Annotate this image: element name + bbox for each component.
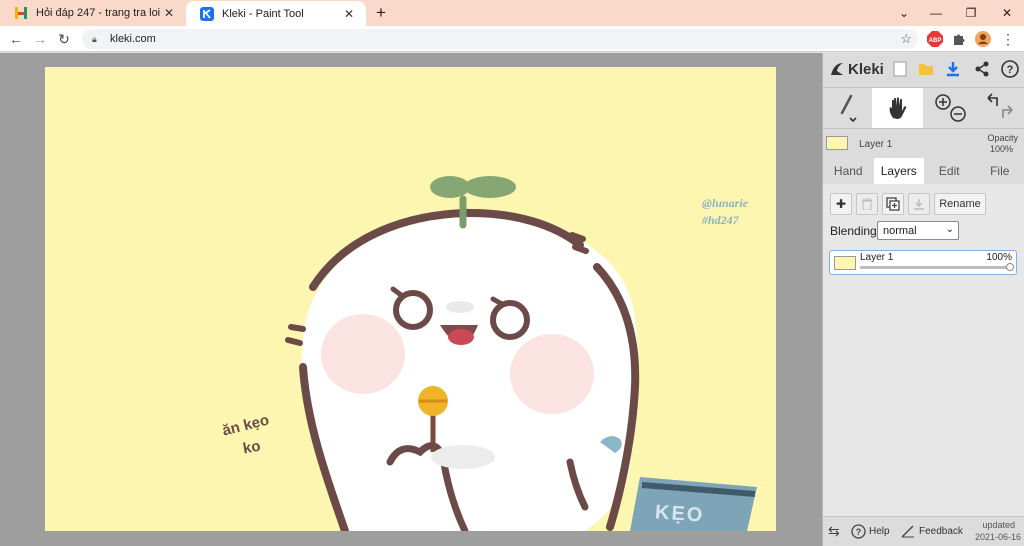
layer-list-item[interactable]: Layer 1 100% bbox=[829, 250, 1017, 275]
trash-icon bbox=[862, 198, 872, 210]
merge-down-icon bbox=[914, 199, 924, 210]
kleki-logo: Kleki bbox=[829, 59, 884, 79]
blending-value: normal bbox=[883, 224, 917, 237]
swap-sides-icon[interactable]: ⇆ bbox=[828, 523, 840, 540]
help-icon: ? bbox=[851, 524, 866, 539]
svg-text:ABP: ABP bbox=[929, 38, 942, 44]
current-layer-name: Layer 1 bbox=[859, 139, 893, 150]
canvas-workspace[interactable]: @lunarie #hd247 ăn kẹo ko KẸO bbox=[0, 53, 822, 546]
brush-tool-button[interactable] bbox=[823, 88, 871, 128]
brush-icon bbox=[840, 94, 857, 123]
help-circle-icon[interactable]: ? bbox=[999, 58, 1021, 80]
watermark-hashtag: #hd247 bbox=[702, 213, 739, 227]
current-layer-info: Layer 1 Opacity 100% bbox=[823, 130, 1024, 158]
tab-kleki[interactable]: Kleki - Paint Tool ✕ bbox=[186, 1, 366, 26]
help-label: Help bbox=[869, 526, 890, 537]
kleki-side-panel: Kleki ? Layer 1 Opacity 100% Hand Layers… bbox=[822, 53, 1024, 546]
help-button[interactable]: ? Help bbox=[851, 524, 890, 539]
watermark-username: @lunarie bbox=[702, 196, 748, 210]
cheek-right bbox=[510, 334, 594, 414]
profile-avatar-icon[interactable] bbox=[974, 30, 992, 48]
layer-thumbnail bbox=[834, 256, 856, 270]
browser-menu-icon[interactable]: ⋮ bbox=[999, 30, 1017, 48]
tab-hand[interactable]: Hand bbox=[823, 158, 874, 184]
tab-hoidap[interactable]: Hỏi đáp 247 - trang tra loi ✕ bbox=[0, 0, 186, 26]
sprout-leaf-right bbox=[464, 176, 516, 198]
browser-window: Hỏi đáp 247 - trang tra loi ✕ Kleki - Pa… bbox=[0, 0, 1024, 546]
rename-layer-button[interactable]: Rename bbox=[934, 193, 986, 215]
drawing-canvas[interactable]: @lunarie #hd247 ăn kẹo ko KẸO bbox=[45, 67, 776, 531]
close-tab-icon[interactable]: ✕ bbox=[160, 4, 178, 22]
kleki-favicon-icon bbox=[200, 6, 214, 21]
tab-file[interactable]: File bbox=[975, 158, 1024, 184]
adblock-icon[interactable]: ABP bbox=[926, 30, 944, 48]
new-image-icon[interactable] bbox=[889, 58, 911, 80]
panel-tabs: Hand Layers Edit File bbox=[823, 158, 1024, 184]
zoom-buttons bbox=[925, 88, 975, 128]
tab-edit[interactable]: Edit bbox=[924, 158, 975, 184]
extensions-puzzle-icon[interactable] bbox=[950, 30, 968, 48]
share-icon[interactable] bbox=[971, 58, 993, 80]
slider-handle[interactable] bbox=[1006, 263, 1014, 271]
tab-title: Hỏi đáp 247 - trang tra loi bbox=[36, 7, 160, 19]
svg-text:?: ? bbox=[1007, 64, 1014, 76]
tool-row bbox=[823, 87, 1024, 129]
close-window-icon[interactable]: ✕ bbox=[990, 0, 1024, 26]
merge-layer-button[interactable] bbox=[908, 193, 930, 215]
layers-panel: ✚ Rename Blending normal ⌄ Layer 1 100% bbox=[823, 184, 1024, 524]
tab-title: Kleki - Paint Tool bbox=[222, 7, 304, 20]
panel-footer: ⇆ ? Help Feedback updated 2021-06-16 bbox=[823, 516, 1024, 546]
duplicate-layer-button[interactable] bbox=[882, 193, 904, 215]
cheek-left bbox=[321, 314, 405, 394]
undo-redo-buttons bbox=[975, 88, 1024, 128]
bookmark-star-icon[interactable]: ☆ bbox=[900, 31, 912, 47]
layer-thumbnail bbox=[826, 136, 848, 150]
minimize-icon[interactable]: — bbox=[919, 0, 953, 26]
opacity-value: 100% bbox=[989, 144, 1013, 154]
layer-opacity-slider[interactable] bbox=[860, 263, 1014, 271]
browser-toolbar: ← → ↻ 🔒︎ kleki.com ☆ ABP ⋮ bbox=[0, 26, 1024, 52]
hoidap-favicon-icon bbox=[14, 6, 28, 20]
lock-icon: 🔒︎ bbox=[92, 34, 97, 44]
updated-label: updated bbox=[982, 520, 1015, 530]
blending-label: Blending bbox=[830, 224, 877, 238]
undo-icon bbox=[987, 93, 998, 106]
updated-date: 2021-06-16 bbox=[974, 532, 1021, 542]
back-arrow-icon[interactable]: ← bbox=[5, 28, 27, 50]
new-tab-button[interactable]: + bbox=[370, 3, 392, 23]
blending-select[interactable]: normal ⌄ bbox=[877, 221, 959, 240]
feedback-label: Feedback bbox=[919, 525, 963, 537]
address-bar[interactable]: 🔒︎ kleki.com ☆ bbox=[82, 29, 918, 49]
feedback-icon bbox=[901, 525, 914, 538]
layer-item-name: Layer 1 bbox=[860, 252, 894, 263]
chevron-down-icon: ⌄ bbox=[945, 224, 954, 235]
layer-item-opacity: 100% bbox=[986, 252, 1012, 263]
reload-icon[interactable]: ↻ bbox=[53, 28, 75, 50]
artwork-svg bbox=[285, 176, 757, 531]
duplicate-icon bbox=[886, 197, 900, 211]
add-layer-button[interactable]: ✚ bbox=[830, 193, 852, 215]
handwriting-line2: ko bbox=[241, 437, 262, 458]
restore-icon[interactable]: ❐ bbox=[954, 0, 988, 26]
bag-label: KẸO bbox=[654, 501, 706, 527]
delete-layer-button[interactable] bbox=[856, 193, 878, 215]
forward-arrow-icon[interactable]: → bbox=[29, 28, 51, 50]
hand-icon bbox=[889, 97, 906, 119]
redo-icon bbox=[1002, 105, 1013, 118]
kleki-logo-icon bbox=[831, 63, 843, 75]
tab-strip: Hỏi đáp 247 - trang tra loi ✕ Kleki - Pa… bbox=[0, 0, 1024, 26]
open-folder-icon[interactable] bbox=[915, 58, 937, 80]
panel-header: Kleki ? bbox=[823, 53, 1024, 85]
feedback-button[interactable]: Feedback bbox=[901, 524, 963, 538]
app-name: Kleki bbox=[848, 60, 884, 78]
tab-search-icon[interactable]: ⌄ bbox=[887, 0, 921, 26]
opacity-label: Opacity bbox=[987, 133, 1018, 143]
close-tab-icon[interactable]: ✕ bbox=[340, 5, 358, 23]
url-text: kleki.com bbox=[110, 33, 156, 45]
hand-tool-button[interactable] bbox=[872, 88, 923, 128]
plus-icon: ✚ bbox=[835, 197, 847, 211]
tab-layers[interactable]: Layers bbox=[873, 158, 924, 184]
svg-text:?: ? bbox=[856, 527, 862, 537]
download-icon[interactable] bbox=[942, 58, 964, 80]
